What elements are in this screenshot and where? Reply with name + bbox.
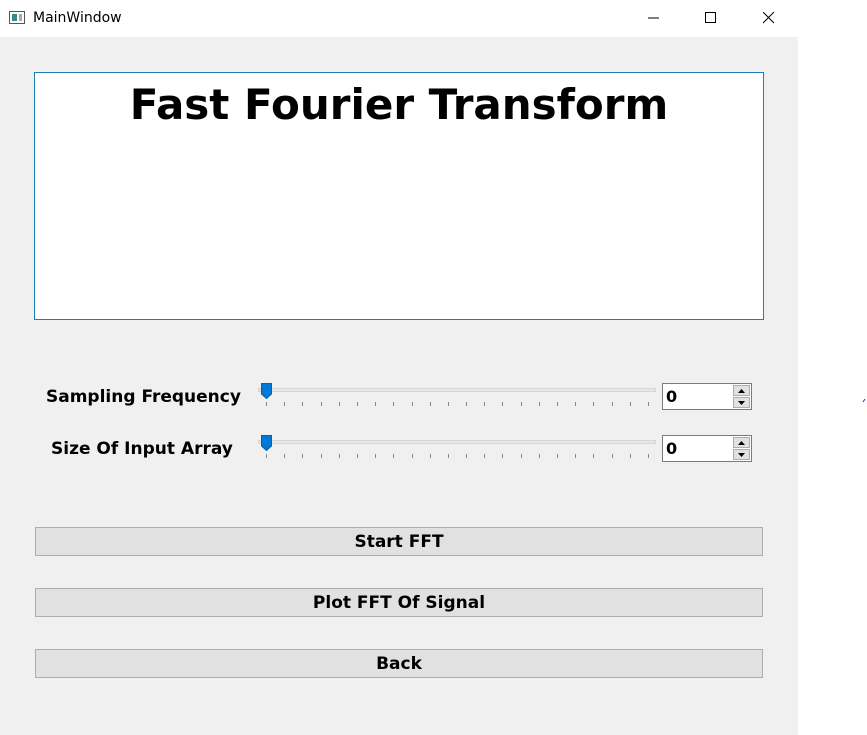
input-array-size-slider[interactable] — [258, 435, 656, 465]
page-title: Fast Fourier Transform — [129, 80, 669, 129]
app-icon — [9, 11, 25, 24]
maximize-icon — [705, 12, 716, 23]
spin-down-button[interactable] — [733, 397, 750, 408]
arrow-up-icon — [738, 440, 745, 445]
slider-ticks — [266, 402, 649, 406]
title-bar[interactable]: MainWindow — [0, 0, 798, 37]
input-array-size-value[interactable]: 0 — [666, 439, 677, 458]
window-title: MainWindow — [33, 10, 122, 26]
sampling-frequency-slider[interactable] — [258, 383, 656, 413]
minimize-button[interactable] — [631, 0, 677, 36]
plot-fft-button[interactable]: Plot FFT Of Signal — [35, 588, 763, 617]
arrow-up-icon — [738, 388, 745, 393]
slider-ticks — [266, 454, 649, 458]
spin-arrows — [733, 385, 750, 408]
start-fft-button[interactable]: Start FFT — [35, 527, 763, 556]
slider-groove — [258, 388, 656, 392]
back-button[interactable]: Back — [35, 649, 763, 678]
sampling-frequency-label: Sampling Frequency — [46, 387, 241, 407]
arrow-down-icon — [738, 452, 745, 457]
spin-arrows — [733, 437, 750, 460]
spin-up-button[interactable] — [733, 437, 750, 448]
input-array-size-spinbox[interactable]: 0 — [662, 435, 752, 462]
main-window: MainWindow Fast Fourier Transform Sampli… — [0, 0, 798, 735]
close-button[interactable] — [746, 0, 792, 36]
arrow-down-icon — [738, 400, 745, 405]
minimize-icon — [648, 17, 659, 19]
close-icon — [763, 12, 775, 24]
sampling-frequency-spinbox[interactable]: 0 — [662, 383, 752, 410]
spin-down-button[interactable] — [733, 449, 750, 460]
input-array-size-label: Size Of Input Array — [51, 439, 233, 459]
stray-mark — [862, 399, 866, 403]
spin-up-button[interactable] — [733, 385, 750, 396]
slider-handle[interactable] — [261, 435, 272, 451]
slider-handle[interactable] — [261, 383, 272, 399]
slider-groove — [258, 440, 656, 444]
sampling-frequency-value[interactable]: 0 — [666, 387, 677, 406]
maximize-button[interactable] — [688, 0, 734, 36]
